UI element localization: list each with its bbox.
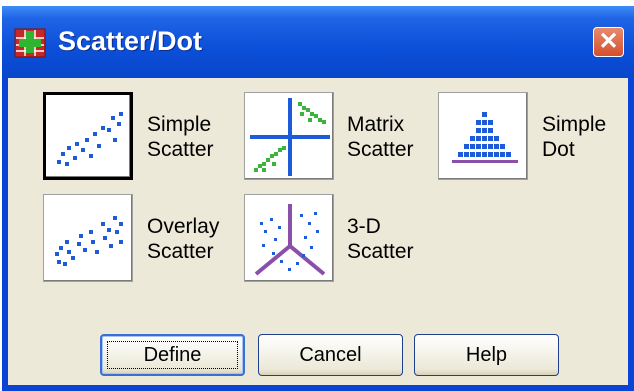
spss-chart-app-icon bbox=[14, 28, 46, 58]
focus-rectangle bbox=[107, 341, 238, 369]
scatter-dot-dialog: Scatter/Dot ✕ Simple Scatter Matrix Scat… bbox=[2, 6, 634, 391]
overlay-scatter-label: Overlay Scatter bbox=[147, 215, 220, 263]
simple-scatter-label: Simple Scatter bbox=[147, 113, 214, 161]
overlay-scatter-icon bbox=[55, 216, 123, 266]
help-button[interactable]: Help bbox=[414, 334, 559, 376]
simple-scatter-icon bbox=[57, 112, 123, 166]
matrix-scatter-label: Matrix Scatter bbox=[347, 113, 414, 161]
overlay-scatter-button[interactable] bbox=[43, 194, 133, 282]
simple-dot-button[interactable] bbox=[438, 92, 528, 180]
3d-scatter-label: 3-D Scatter bbox=[347, 215, 414, 263]
title-bar[interactable]: Scatter/Dot ✕ bbox=[2, 6, 634, 78]
3d-scatter-icon bbox=[254, 204, 326, 276]
dialog-body: Simple Scatter Matrix Scatter Simple Dot… bbox=[8, 78, 628, 385]
simple-scatter-button[interactable] bbox=[43, 92, 133, 180]
3d-scatter-button[interactable] bbox=[244, 194, 334, 282]
simple-dot-label: Simple Dot bbox=[542, 113, 607, 161]
window-title: Scatter/Dot bbox=[58, 26, 203, 56]
close-icon: ✕ bbox=[598, 28, 619, 55]
help-label: Help bbox=[465, 344, 508, 366]
matrix-scatter-icon bbox=[250, 98, 330, 176]
matrix-scatter-button[interactable] bbox=[244, 92, 334, 180]
simple-dot-icon bbox=[452, 112, 518, 163]
cancel-button[interactable]: Cancel bbox=[258, 334, 403, 376]
cancel-label: Cancel bbox=[299, 344, 362, 366]
define-button[interactable]: Define bbox=[100, 334, 245, 376]
close-button[interactable]: ✕ bbox=[593, 27, 624, 57]
